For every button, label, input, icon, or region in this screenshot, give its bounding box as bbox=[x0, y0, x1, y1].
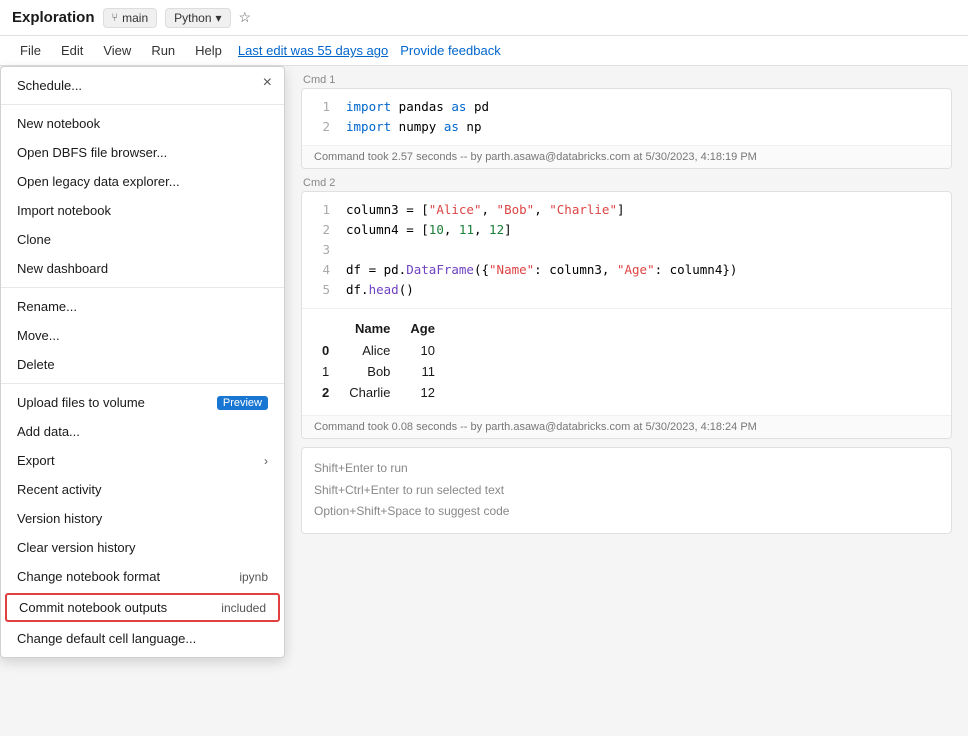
row-index: 1 bbox=[318, 361, 345, 382]
row-age: 10 bbox=[406, 340, 451, 361]
col-header-age: Age bbox=[406, 317, 451, 340]
separator-2 bbox=[1, 287, 284, 288]
output-table: Name Age 0 Alice 10 1 Bob 11 bbox=[302, 308, 951, 415]
col-header-name: Name bbox=[345, 317, 406, 340]
top-bar: Exploration ⑂ main Python ▾ ☆ bbox=[0, 0, 968, 36]
menu-export[interactable]: Export › bbox=[1, 446, 284, 475]
line-2-5: 5 df.head() bbox=[314, 280, 939, 300]
line-code: column4 = [10, 11, 12] bbox=[346, 220, 939, 240]
menu-move[interactable]: Move... bbox=[1, 321, 284, 350]
cell-2-code: 1 column3 = ["Alice", "Bob", "Charlie"] … bbox=[302, 192, 951, 308]
row-index: 0 bbox=[318, 340, 345, 361]
row-age: 12 bbox=[406, 382, 451, 403]
line-code: df = pd.DataFrame({"Name": column3, "Age… bbox=[346, 260, 939, 280]
line-code: column3 = ["Alice", "Bob", "Charlie"] bbox=[346, 200, 939, 220]
line-code: df.head() bbox=[346, 280, 939, 300]
separator-1 bbox=[1, 104, 284, 105]
menu-schedule[interactable]: Schedule... bbox=[1, 71, 284, 100]
cell-1-code: 1 import pandas as pd 2 import numpy as … bbox=[302, 89, 951, 145]
menu-file[interactable]: File bbox=[12, 39, 49, 62]
line-1-2: 2 import numpy as np bbox=[314, 117, 939, 137]
cmd2-label: Cmd 2 bbox=[301, 177, 952, 189]
menu-new-dashboard[interactable]: New dashboard bbox=[1, 254, 284, 283]
empty-cell[interactable]: Shift+Enter to run Shift+Ctrl+Enter to r… bbox=[301, 447, 952, 534]
row-name: Alice bbox=[345, 340, 406, 361]
line-code bbox=[346, 240, 939, 260]
last-edit-link[interactable]: Last edit was 55 days ago bbox=[238, 43, 388, 58]
chevron-down-icon: ▾ bbox=[216, 11, 222, 25]
table-row: 0 Alice 10 bbox=[318, 340, 451, 361]
line-2-4: 4 df = pd.DataFrame({"Name": column3, "A… bbox=[314, 260, 939, 280]
line-code: import numpy as np bbox=[346, 117, 939, 137]
line-2-1: 1 column3 = ["Alice", "Bob", "Charlie"] bbox=[314, 200, 939, 220]
chevron-right-icon: › bbox=[264, 454, 268, 468]
line-1-1: 1 import pandas as pd bbox=[314, 97, 939, 117]
row-name: Bob bbox=[345, 361, 406, 382]
line-num: 3 bbox=[314, 240, 330, 260]
branch-selector[interactable]: ⑂ main bbox=[103, 8, 158, 28]
branch-icon: ⑂ bbox=[112, 12, 119, 24]
row-name: Charlie bbox=[345, 382, 406, 403]
menu-run[interactable]: Run bbox=[143, 39, 183, 62]
menu-change-format[interactable]: Change notebook format ipynb bbox=[1, 562, 284, 591]
dropdown-menu: × Schedule... New notebook Open DBFS fil… bbox=[0, 66, 285, 658]
line-num: 1 bbox=[314, 97, 330, 117]
cmd1-label: Cmd 1 bbox=[301, 74, 952, 86]
menu-clone[interactable]: Clone bbox=[1, 225, 284, 254]
menu-delete[interactable]: Delete bbox=[1, 350, 284, 379]
table-row: 2 Charlie 12 bbox=[318, 382, 451, 403]
menu-help[interactable]: Help bbox=[187, 39, 230, 62]
menu-commit-outputs[interactable]: Commit notebook outputs included bbox=[5, 593, 280, 622]
line-num: 1 bbox=[314, 200, 330, 220]
cell-2-footer: Command took 0.08 seconds -- by parth.as… bbox=[302, 415, 951, 438]
menu-edit[interactable]: Edit bbox=[53, 39, 91, 62]
notebook-area: Cmd 1 1 import pandas as pd 2 import num… bbox=[285, 66, 968, 736]
line-num: 4 bbox=[314, 260, 330, 280]
line-num: 2 bbox=[314, 220, 330, 240]
outputs-status: included bbox=[221, 601, 266, 615]
menu-upload-files[interactable]: Upload files to volume Preview bbox=[1, 388, 284, 417]
dropdown-close-button[interactable]: × bbox=[263, 75, 272, 91]
hint-option-shift-space: Option+Shift+Space to suggest code bbox=[314, 501, 939, 523]
main-content: × Schedule... New notebook Open DBFS fil… bbox=[0, 66, 968, 736]
branch-name: main bbox=[122, 11, 148, 25]
menu-recent-activity[interactable]: Recent activity bbox=[1, 475, 284, 504]
menu-open-legacy[interactable]: Open legacy data explorer... bbox=[1, 167, 284, 196]
cell-1-footer: Command took 2.57 seconds -- by parth.as… bbox=[302, 145, 951, 168]
menu-rename[interactable]: Rename... bbox=[1, 292, 284, 321]
menu-add-data[interactable]: Add data... bbox=[1, 417, 284, 446]
menu-view[interactable]: View bbox=[95, 39, 139, 62]
separator-3 bbox=[1, 383, 284, 384]
menu-version-history[interactable]: Version history bbox=[1, 504, 284, 533]
language-selector[interactable]: Python ▾ bbox=[165, 8, 230, 28]
menu-bar: File Edit View Run Help Last edit was 55… bbox=[0, 36, 968, 66]
star-icon[interactable]: ☆ bbox=[239, 9, 252, 26]
menu-import-notebook[interactable]: Import notebook bbox=[1, 196, 284, 225]
menu-new-notebook[interactable]: New notebook bbox=[1, 109, 284, 138]
provide-feedback-link[interactable]: Provide feedback bbox=[400, 43, 500, 58]
cell-2[interactable]: 1 column3 = ["Alice", "Bob", "Charlie"] … bbox=[301, 191, 952, 439]
menu-clear-version-history[interactable]: Clear version history bbox=[1, 533, 284, 562]
line-num: 2 bbox=[314, 117, 330, 137]
row-index: 2 bbox=[318, 382, 345, 403]
line-2-2: 2 column4 = [10, 11, 12] bbox=[314, 220, 939, 240]
language-name: Python bbox=[174, 11, 211, 25]
notebook-title: Exploration bbox=[12, 9, 95, 26]
hint-shift-enter: Shift+Enter to run bbox=[314, 458, 939, 480]
line-num: 5 bbox=[314, 280, 330, 300]
menu-open-dbfs[interactable]: Open DBFS file browser... bbox=[1, 138, 284, 167]
row-age: 11 bbox=[406, 361, 451, 382]
cell-1[interactable]: 1 import pandas as pd 2 import numpy as … bbox=[301, 88, 952, 169]
table-row: 1 Bob 11 bbox=[318, 361, 451, 382]
menu-change-cell-language[interactable]: Change default cell language... bbox=[1, 624, 284, 653]
preview-badge: Preview bbox=[217, 396, 268, 410]
line-code: import pandas as pd bbox=[346, 97, 939, 117]
hint-shift-ctrl-enter: Shift+Ctrl+Enter to run selected text bbox=[314, 480, 939, 502]
line-2-3: 3 bbox=[314, 240, 939, 260]
format-value: ipynb bbox=[239, 570, 268, 584]
col-header-index bbox=[318, 317, 345, 340]
